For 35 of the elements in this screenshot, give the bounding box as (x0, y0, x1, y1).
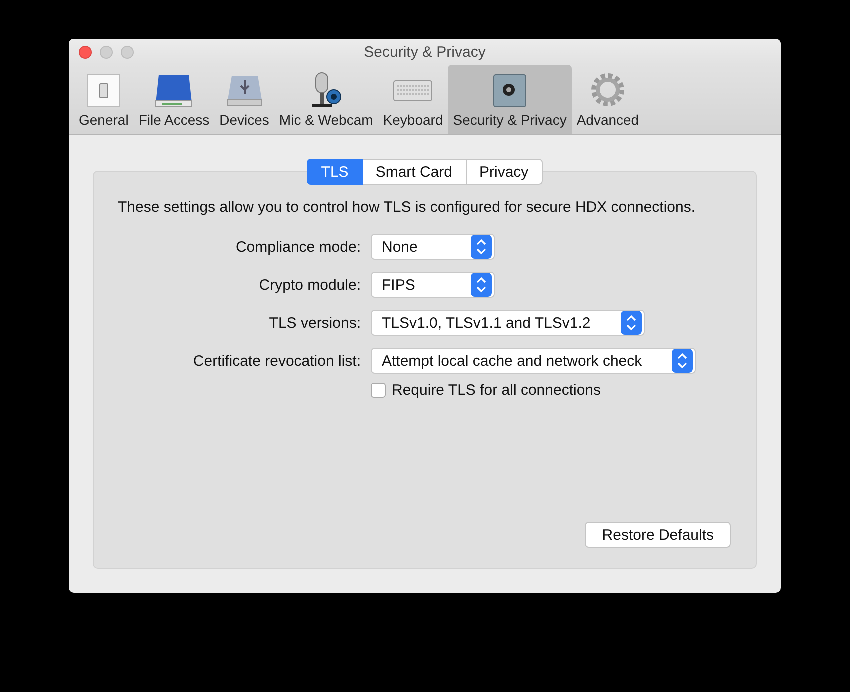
checkbox[interactable] (371, 383, 386, 398)
chevron-updown-icon (620, 311, 642, 335)
restore-defaults-button[interactable]: Restore Defaults (585, 522, 731, 548)
tab[interactable]: Privacy (466, 159, 543, 185)
safe-icon (492, 73, 528, 109)
toolbar-item[interactable]: Mic & Webcam (274, 65, 378, 134)
popup-menu[interactable]: TLSv1.0, TLSv1.1 and TLSv1.2 (371, 310, 645, 336)
field-label: Certificate revocation list: (192, 352, 361, 370)
popup-menu[interactable]: FIPS (371, 272, 495, 298)
popup-menu[interactable]: None (371, 234, 495, 260)
chevron-updown-icon (471, 235, 492, 259)
toolbar-item[interactable]: Devices (214, 65, 274, 134)
description-text: These settings allow you to control how TLS is configured for secure HDX connections. (118, 198, 697, 218)
usb-drive-icon (226, 73, 264, 109)
zoom-button[interactable] (121, 46, 134, 59)
minimize-button[interactable] (100, 46, 113, 59)
field-label: Crypto module: (258, 276, 361, 294)
chevron-updown-icon (672, 349, 694, 373)
tab[interactable]: TLS (307, 159, 363, 185)
drive-icon (154, 73, 194, 109)
field-label: Compliance mode: (234, 238, 361, 256)
tab[interactable]: Smart Card (362, 159, 466, 185)
toolbar-item[interactable]: Advanced (572, 65, 644, 134)
close-button[interactable] (79, 46, 92, 59)
checkbox-label: Require TLS for all connections (392, 382, 602, 399)
toolbar-item[interactable]: General (74, 65, 134, 134)
switch-icon (86, 73, 122, 109)
window-title: Security & Privacy (364, 44, 486, 60)
toolbar-item[interactable]: File Access (134, 65, 215, 134)
toolbar-item[interactable]: Security & Privacy (448, 65, 572, 134)
popup-menu[interactable]: Attempt local cache and network check (371, 348, 696, 374)
toolbar-item[interactable]: Keyboard (378, 65, 448, 134)
field-label: TLS versions: (268, 314, 361, 332)
settings-icon (588, 71, 627, 109)
chevron-updown-icon (471, 273, 492, 297)
